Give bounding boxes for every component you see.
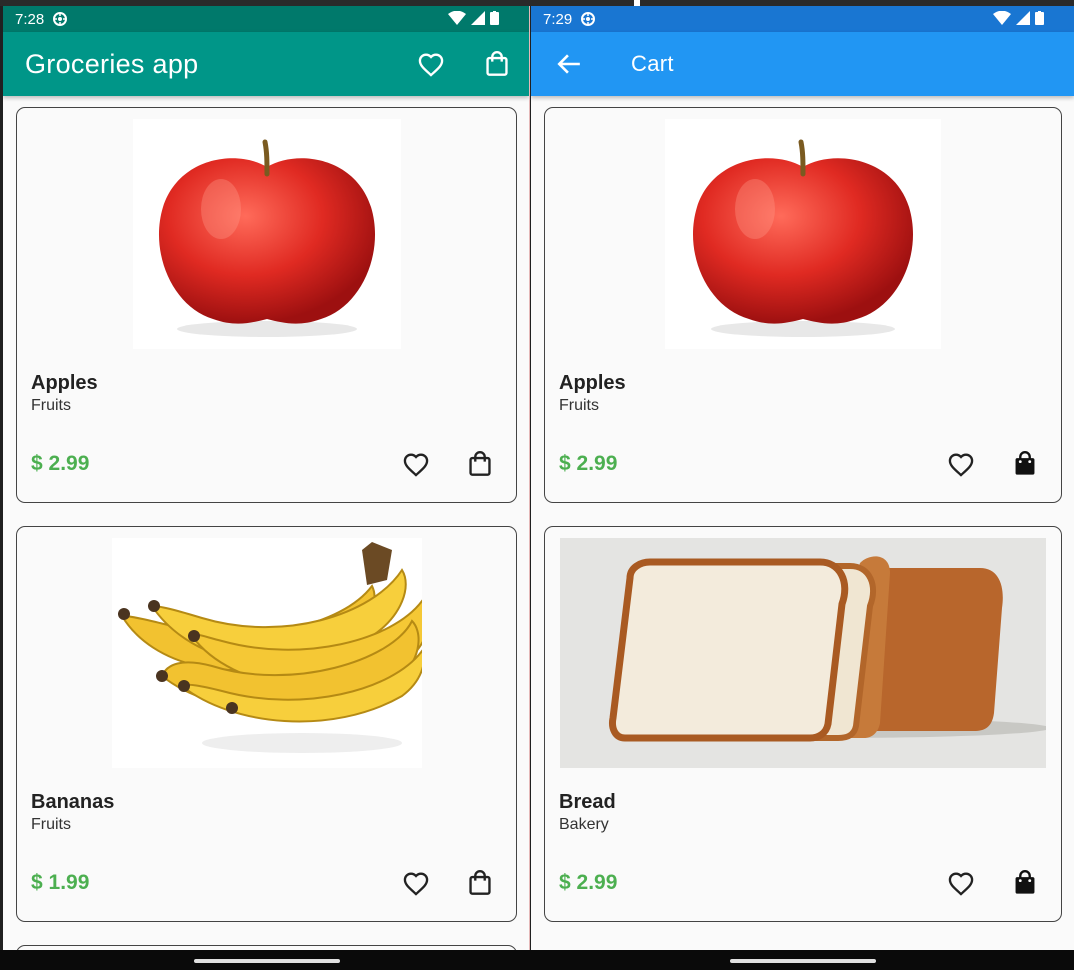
appbar-actions [417, 50, 511, 78]
card-actions [402, 869, 494, 897]
page-title: Cart [631, 51, 674, 76]
signal-icon [1016, 11, 1030, 25]
cart-screen: 7:29 Cart Apples Fruits $ 2.99 Bread Bak… [531, 6, 1074, 950]
product-price: $ 2.99 [31, 452, 90, 475]
home-gesture-pill[interactable] [730, 959, 876, 963]
favorite-heart-icon[interactable] [947, 450, 975, 478]
wifi-icon [448, 11, 466, 25]
system-icons [448, 11, 499, 25]
product-price: $ 1.99 [31, 871, 90, 894]
product-price: $ 2.99 [559, 452, 618, 475]
system-nav-bar [0, 950, 1074, 970]
home-gesture-pill[interactable] [194, 959, 340, 963]
product-name: Bananas [31, 791, 115, 813]
product-name: Apples [31, 372, 98, 394]
bananas-image [117, 542, 430, 753]
favorite-heart-icon[interactable] [402, 869, 430, 897]
settings-gear-icon [581, 12, 596, 26]
product-card[interactable]: Apples Fruits $ 2.99 [16, 107, 517, 503]
signal-icon [471, 11, 485, 25]
screenshot-root: 7:28 Groceries app Apples Fruits $ 2.99 … [0, 0, 1074, 970]
groceries-screen: 7:28 Groceries app Apples Fruits $ 2.99 … [3, 6, 530, 950]
page-title: Groceries app [25, 48, 199, 79]
product-card[interactable]: Bananas Fruits $ 1.99 [16, 526, 517, 922]
system-icons [993, 11, 1044, 25]
cart-list: Apples Fruits $ 2.99 Bread Bakery $ 2.99 [531, 96, 1074, 922]
cart-item-card[interactable]: Apples Fruits $ 2.99 [544, 107, 1062, 503]
in-cart-bag-filled-icon[interactable] [1011, 450, 1039, 478]
app-bar: Cart [531, 32, 1074, 96]
cart-bag-icon[interactable] [483, 50, 511, 78]
back-arrow-icon[interactable] [555, 50, 583, 78]
cart-item-card[interactable]: Bread Bakery $ 2.99 [544, 526, 1062, 922]
product-image [545, 538, 1061, 768]
product-image [545, 119, 1061, 349]
status-time: 7:28 [15, 10, 45, 28]
in-cart-bag-filled-icon[interactable] [1011, 869, 1039, 897]
add-to-cart-bag-icon[interactable] [466, 869, 494, 897]
status-time: 7:29 [543, 10, 573, 28]
wifi-icon [993, 11, 1011, 25]
app-bar: Groceries app [3, 32, 529, 96]
product-category: Fruits [559, 397, 599, 414]
settings-gear-icon [53, 12, 68, 26]
card-actions [402, 450, 494, 478]
bread-image [609, 556, 1050, 742]
apple-image [158, 139, 375, 337]
favorites-heart-icon[interactable] [417, 50, 445, 78]
battery-icon [490, 11, 499, 25]
product-name: Apples [559, 372, 626, 394]
product-image [17, 119, 516, 349]
add-to-cart-bag-icon[interactable] [466, 450, 494, 478]
product-price: $ 2.99 [559, 871, 618, 894]
product-category: Fruits [31, 397, 71, 414]
product-category: Bakery [559, 816, 609, 833]
product-image [17, 538, 516, 768]
card-actions [947, 450, 1039, 478]
favorite-heart-icon[interactable] [947, 869, 975, 897]
product-category: Fruits [31, 816, 71, 833]
favorite-heart-icon[interactable] [402, 450, 430, 478]
product-name: Bread [559, 791, 616, 813]
status-bar: 7:28 [3, 6, 529, 32]
battery-icon [1035, 11, 1044, 25]
apple-image [692, 139, 914, 337]
product-list: Apples Fruits $ 2.99 Bananas Fruits $ 1.… [3, 96, 529, 950]
card-actions [947, 869, 1039, 897]
status-bar: 7:29 [531, 6, 1074, 32]
